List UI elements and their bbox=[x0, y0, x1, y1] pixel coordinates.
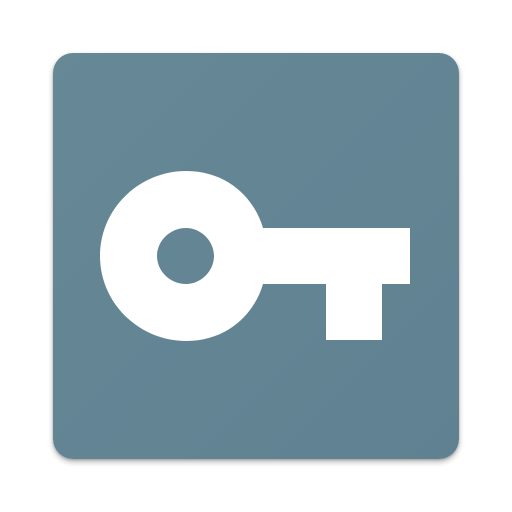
app-icon[interactable] bbox=[53, 53, 459, 459]
canvas bbox=[0, 0, 512, 512]
key-icon bbox=[53, 53, 459, 459]
